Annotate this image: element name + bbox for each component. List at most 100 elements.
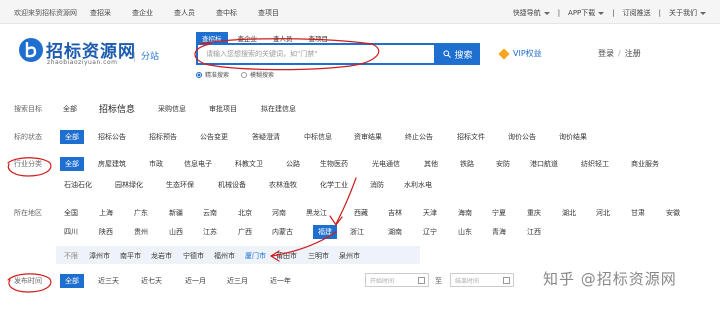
region-option[interactable]: 新疆 (169, 208, 183, 218)
region-option-selected[interactable]: 福建 (313, 225, 337, 239)
region-option[interactable]: 青海 (492, 227, 506, 237)
status-option[interactable]: 招标公告 (98, 132, 126, 142)
status-option[interactable]: 全部 (60, 130, 84, 144)
region-option[interactable]: 西藏 (354, 208, 368, 218)
region-option[interactable]: 河北 (596, 208, 610, 218)
top-nav-winning-bid[interactable]: 查中标 (216, 8, 258, 18)
region-option[interactable]: 北京 (238, 208, 252, 218)
city-option-selected[interactable]: 厦门市 (245, 251, 266, 261)
region-option[interactable]: 黑龙江 (306, 208, 327, 218)
region-option[interactable]: 四川 (64, 227, 78, 237)
region-option[interactable]: 江苏 (203, 227, 217, 237)
city-option[interactable]: 三明市 (308, 251, 329, 261)
region-option[interactable]: 全国 (64, 208, 78, 218)
industry-option[interactable]: 安防 (496, 159, 510, 169)
top-nav-procurement[interactable]: 查招采 (90, 8, 132, 18)
region-option[interactable]: 云南 (203, 208, 217, 218)
industry-option[interactable]: 消防 (370, 180, 384, 190)
region-option[interactable]: 上海 (99, 208, 113, 218)
status-option[interactable]: 招标预告 (149, 132, 177, 142)
city-option[interactable]: 泉州市 (339, 251, 360, 261)
top-nav-person[interactable]: 查人员 (174, 8, 216, 18)
industry-option[interactable]: 机械设备 (218, 180, 246, 190)
region-option[interactable]: 湖南 (388, 227, 402, 237)
start-date-input[interactable]: 开始时间 (365, 273, 429, 287)
date-option[interactable]: 近三天 (98, 276, 119, 286)
date-option[interactable]: 近一月 (185, 276, 206, 286)
city-option[interactable]: 漳州市 (89, 251, 110, 261)
industry-option[interactable]: 生态环保 (166, 180, 194, 190)
city-option[interactable]: 南平市 (120, 251, 141, 261)
region-option[interactable]: 广东 (134, 208, 148, 218)
region-option[interactable]: 天津 (423, 208, 437, 218)
region-option[interactable]: 浙江 (350, 227, 364, 237)
region-option[interactable]: 陕西 (99, 227, 113, 237)
register-link[interactable]: 注册 (625, 49, 641, 58)
region-option[interactable]: 重庆 (527, 208, 541, 218)
industry-option[interactable]: 水利水电 (404, 180, 432, 190)
search-input[interactable] (198, 45, 434, 63)
region-option[interactable]: 山西 (169, 227, 183, 237)
end-date-input[interactable]: 结束时间 (450, 273, 514, 287)
industry-option[interactable]: 园林绿化 (115, 180, 143, 190)
status-option[interactable]: 答疑澄清 (252, 132, 280, 142)
industry-option[interactable]: 科教文卫 (235, 159, 263, 169)
industry-option[interactable]: 商业服务 (631, 159, 659, 169)
top-nav-company[interactable]: 查企业 (132, 8, 174, 18)
industry-option[interactable]: 港口航道 (530, 159, 558, 169)
logo-icon[interactable] (19, 38, 43, 62)
industry-option[interactable]: 信息电子 (184, 159, 212, 169)
industry-option[interactable]: 化学工业 (320, 180, 348, 190)
industry-option[interactable]: 其他 (424, 159, 438, 169)
region-option[interactable]: 安徽 (666, 208, 680, 218)
region-option[interactable]: 海南 (458, 208, 472, 218)
status-option[interactable]: 资审结果 (354, 132, 382, 142)
mode-fuzzy[interactable]: 模糊搜索 (241, 70, 274, 79)
industry-option[interactable]: 房屋建筑 (98, 159, 126, 169)
industry-option[interactable]: 石油石化 (64, 180, 92, 190)
region-option[interactable]: 内蒙古 (272, 227, 293, 237)
region-option[interactable]: 广西 (238, 227, 252, 237)
login-link[interactable]: 登录 (598, 49, 614, 58)
quick-nav-link[interactable]: 快捷导航 (513, 8, 550, 18)
industry-option[interactable]: 生物医药 (320, 159, 348, 169)
city-option[interactable]: 宁德市 (183, 251, 204, 261)
app-download-link[interactable]: APP下载 (568, 8, 605, 18)
industry-option[interactable]: 纺织轻工 (581, 159, 609, 169)
target-option[interactable]: 招标信息 (99, 102, 135, 115)
city-option[interactable]: 莆田市 (276, 251, 297, 261)
status-option[interactable]: 中标信息 (304, 132, 332, 142)
vip-link[interactable]: VIP权益 (498, 47, 542, 60)
region-option[interactable]: 湖北 (562, 208, 576, 218)
status-option[interactable]: 公告变更 (200, 132, 228, 142)
region-option[interactable]: 宁夏 (492, 208, 506, 218)
target-option[interactable]: 采购信息 (158, 104, 186, 114)
date-option[interactable]: 全部 (60, 274, 84, 288)
status-option[interactable]: 询价公告 (508, 132, 536, 142)
industry-option[interactable]: 农林渔牧 (269, 180, 297, 190)
region-option[interactable]: 甘肃 (631, 208, 645, 218)
date-option[interactable]: 近三月 (227, 276, 248, 286)
industry-option[interactable]: 铁路 (460, 159, 474, 169)
region-option[interactable]: 江西 (527, 227, 541, 237)
search-button[interactable]: 搜索 (436, 43, 480, 65)
region-option[interactable]: 河南 (272, 208, 286, 218)
date-option[interactable]: 近七天 (141, 276, 162, 286)
top-nav-project[interactable]: 查项目 (258, 8, 300, 18)
subscribe-link[interactable]: 订阅推送 (623, 8, 651, 18)
date-option[interactable]: 近一年 (270, 276, 291, 286)
target-option[interactable]: 拟在建信息 (261, 104, 296, 114)
mode-precise[interactable]: 精准搜索 (196, 70, 229, 79)
city-option[interactable]: 不限 (64, 251, 78, 261)
industry-option[interactable]: 公路 (286, 159, 300, 169)
status-option[interactable]: 询价结果 (559, 132, 587, 142)
site-switch[interactable]: 分站 (134, 49, 159, 62)
target-option[interactable]: 全部 (63, 104, 77, 114)
industry-option[interactable]: 全部 (60, 157, 84, 171)
industry-option[interactable]: 光电通信 (372, 159, 400, 169)
region-option[interactable]: 贵州 (134, 227, 148, 237)
industry-option[interactable]: 市政 (149, 159, 163, 169)
region-option[interactable]: 山东 (458, 227, 472, 237)
target-option[interactable]: 审批项目 (209, 104, 237, 114)
region-option[interactable]: 吉林 (388, 208, 402, 218)
